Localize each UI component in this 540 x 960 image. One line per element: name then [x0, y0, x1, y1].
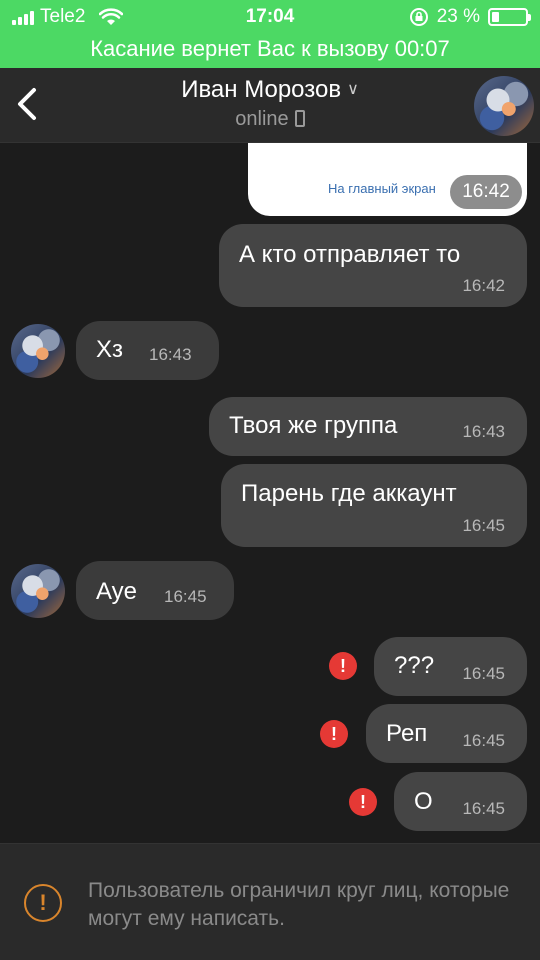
outgoing-message[interactable]: Реп 16:45	[366, 704, 527, 763]
message-time: 16:45	[462, 664, 505, 683]
message-time: 16:43	[462, 422, 505, 441]
outgoing-message[interactable]: Твоя же группа 16:43	[209, 397, 527, 456]
contact-avatar[interactable]	[474, 76, 534, 136]
incoming-message[interactable]: Aye 16:45	[76, 561, 234, 620]
outgoing-message[interactable]: Парень где аккаунт 16:45	[221, 464, 527, 547]
battery-level	[492, 12, 499, 22]
online-status-text: online	[235, 108, 289, 130]
sender-avatar[interactable]	[11, 564, 65, 618]
contact-name: Иван Морозов	[181, 76, 342, 103]
message-text: Aye	[96, 578, 137, 605]
warning-icon: !	[24, 884, 62, 922]
message-time: 16:42	[462, 276, 505, 295]
battery-group: 23 %	[409, 6, 531, 28]
message-time: 16:45	[462, 731, 505, 750]
message-time: 16:43	[149, 345, 192, 364]
message-time: 16:45	[462, 799, 505, 818]
card-link[interactable]: На главный экран	[328, 181, 436, 196]
mobile-phone-icon	[294, 110, 305, 127]
message-list[interactable]: На главный экран 16:42 А кто отправляет …	[0, 143, 540, 843]
chat-header: Иван Морозов ∨ online	[0, 68, 540, 143]
outgoing-message[interactable]: А кто отправляет то 16:42	[219, 224, 527, 307]
message-text: Реп	[386, 720, 428, 747]
sender-avatar[interactable]	[11, 324, 65, 378]
message-text: Хз	[96, 336, 124, 363]
online-status: online	[0, 108, 540, 131]
battery-percent: 23 %	[436, 6, 480, 27]
message-text: ???	[394, 652, 435, 679]
battery-icon	[488, 8, 531, 26]
send-error-icon[interactable]: !	[349, 788, 377, 816]
return-to-call-banner[interactable]: Касание вернет Вас к вызову 00:07	[0, 36, 540, 62]
send-error-icon[interactable]: !	[329, 652, 357, 680]
message-time: 16:45	[462, 516, 505, 535]
chevron-down-icon: ∨	[347, 81, 359, 98]
system-status-row: Tele2 17:04 23 %	[0, 6, 540, 32]
message-text: Парень где аккаунт	[241, 480, 457, 507]
rotation-lock-icon	[409, 8, 428, 26]
message-time: 16:45	[164, 587, 207, 606]
outgoing-message[interactable]: ??? 16:45	[374, 637, 527, 696]
call-status-bar[interactable]: Tele2 17:04 23 % Касание вернет Вас к вы…	[0, 0, 540, 68]
outgoing-message[interactable]: О 16:45	[394, 772, 527, 831]
message-text: Твоя же группа	[229, 412, 398, 439]
restriction-notice-text: Пользователь ограничил круг лиц, которые…	[88, 879, 510, 930]
message-text: О	[414, 788, 433, 815]
incoming-message[interactable]: Хз 16:43	[76, 321, 219, 380]
restriction-notice: ! Пользователь ограничил круг лиц, котор…	[0, 843, 540, 960]
message-time: 16:42	[450, 175, 522, 209]
contact-name-button[interactable]: Иван Морозов ∨	[0, 76, 540, 104]
shared-post-card[interactable]: На главный экран 16:42	[248, 143, 527, 216]
send-error-icon[interactable]: !	[320, 720, 348, 748]
message-text: А кто отправляет то	[239, 241, 461, 268]
